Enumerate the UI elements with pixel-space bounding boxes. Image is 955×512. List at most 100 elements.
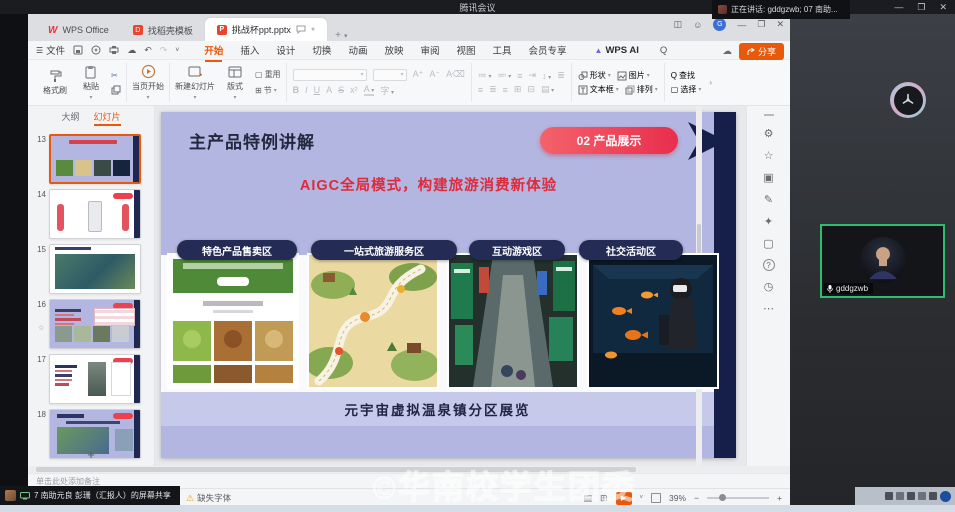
ribbon-tab-review[interactable]: 审阅 <box>419 41 440 59</box>
meeting-minimize-button[interactable]: — <box>894 2 903 12</box>
slideshow-play-button[interactable]: ▶ <box>616 492 632 505</box>
tray-icon[interactable] <box>918 492 926 500</box>
user-avatar[interactable]: G <box>713 18 726 31</box>
tab-presentation-file[interactable]: P 挑战杯ppt.pptx ● <box>205 18 327 41</box>
wps-restore-button[interactable]: ❐ <box>757 19 765 30</box>
ribbon-tab-view[interactable]: 视图 <box>455 41 476 59</box>
outdent-button[interactable]: ≡ <box>517 71 522 81</box>
favorites-icon[interactable]: ☆ <box>764 149 774 162</box>
ribbon-tab-tools[interactable]: 工具 <box>492 41 513 59</box>
cloud-sync-icon[interactable]: ☁ <box>127 45 136 56</box>
copy-button[interactable] <box>111 85 121 95</box>
align-center-button[interactable]: ≣ <box>489 84 497 95</box>
tray-icon[interactable] <box>896 492 904 500</box>
slideshow-caret-icon[interactable]: ˅ <box>640 495 644 501</box>
slide-thumbnail-16[interactable] <box>49 299 141 349</box>
ribbon-tab-member[interactable]: 会员专享 <box>528 41 568 59</box>
play-from-current-button[interactable]: 当页开始 <box>132 64 164 101</box>
strikethrough-button[interactable]: S <box>338 85 344 95</box>
output-icon[interactable] <box>91 45 101 55</box>
zoom-slider[interactable] <box>707 497 769 499</box>
italic-button[interactable]: I <box>305 85 308 95</box>
tab-wps-office[interactable]: W WPS Office <box>36 19 121 41</box>
font-color-button[interactable]: A <box>364 84 375 96</box>
line-spacing-button[interactable]: ↕ <box>542 71 551 81</box>
tab-docer-templates[interactable]: D 找稻壳模板 <box>121 19 205 41</box>
save-icon[interactable] <box>73 45 83 55</box>
shapes-button[interactable]: 形状 <box>578 70 611 81</box>
align-right-button[interactable]: ≡ <box>503 85 508 95</box>
numbered-list-button[interactable]: ≕ <box>498 70 512 81</box>
font-size-select[interactable] <box>373 69 407 81</box>
zoom-in-button[interactable]: + <box>777 493 782 503</box>
wps-close-button[interactable]: ✕ <box>776 19 784 30</box>
ribbon-tab-home[interactable]: 开始 <box>203 41 224 59</box>
columns-button[interactable]: ⊞ <box>514 84 522 95</box>
reuse-button[interactable]: ▢ 重用 <box>255 69 281 80</box>
history-icon[interactable]: ◷ <box>764 280 774 293</box>
textbox-button[interactable]: 文本框 <box>578 84 619 95</box>
slides-tab[interactable]: 幻灯片 <box>94 110 121 126</box>
effects-icon[interactable]: ✦ <box>764 215 773 228</box>
cut-button[interactable]: ✂ <box>111 71 121 80</box>
collapse-handle[interactable] <box>764 114 774 116</box>
edit-image-icon[interactable]: ✎ <box>764 193 773 206</box>
align-objects-button[interactable]: ▤ <box>541 84 554 95</box>
tray-icon[interactable] <box>907 492 915 500</box>
ribbon-tab-slideshow[interactable]: 放映 <box>383 41 404 59</box>
zoom-out-button[interactable]: − <box>694 493 699 503</box>
add-slide-button[interactable]: + <box>28 447 154 462</box>
find-button[interactable]: Q 查找 <box>671 70 702 81</box>
wps-ai-button[interactable]: ▲ WPS AI <box>595 45 639 56</box>
indent-button[interactable]: ⇥ <box>528 70 536 81</box>
slide-thumbnail-13[interactable] <box>49 134 141 184</box>
paste-button[interactable]: 粘贴 <box>75 65 107 101</box>
fit-to-window-icon[interactable] <box>651 493 661 503</box>
ribbon-search-icon[interactable]: Q <box>660 45 667 56</box>
section-button[interactable]: ⊞ 节 <box>255 85 281 96</box>
bold-button[interactable]: B <box>293 85 300 95</box>
distribute-button[interactable]: ⊟ <box>527 84 535 95</box>
ribbon-expander[interactable]: › <box>707 63 714 102</box>
customize-caret-icon[interactable]: ˅ <box>175 47 179 54</box>
notes-view-icon[interactable]: ▤ <box>583 493 592 504</box>
ribbon-tab-animation[interactable]: 动画 <box>347 41 368 59</box>
layout-button[interactable]: 版式 <box>219 65 251 101</box>
skin-icon[interactable]: ☺ <box>693 20 702 30</box>
comment-bubble-icon[interactable] <box>296 25 306 34</box>
align-left-button[interactable]: ≡ <box>478 85 483 95</box>
zoom-knob[interactable] <box>719 494 726 501</box>
tray-icon[interactable] <box>885 492 893 500</box>
select-button[interactable]: ▢ 选择 <box>671 84 702 95</box>
print-icon[interactable] <box>109 45 119 55</box>
tab-list-caret[interactable]: ▾ <box>344 32 348 40</box>
char-style-button[interactable]: A <box>326 85 332 95</box>
grid-view-icon[interactable]: ⊞ <box>600 493 608 504</box>
split-view-icon[interactable]: ◫ <box>674 19 683 30</box>
properties-icon[interactable]: ⚙ <box>764 127 774 140</box>
meeting-maximize-button[interactable]: ❐ <box>917 2 925 13</box>
decrease-font-button[interactable]: A⁻ <box>429 69 440 80</box>
file-menu[interactable]: ☰ 文件 <box>36 43 65 57</box>
slide-thumbnail-14[interactable] <box>49 189 141 239</box>
picture-button[interactable]: 图片 <box>617 70 650 81</box>
more-tools-icon[interactable]: ⋯ <box>763 302 774 315</box>
undo-icon[interactable]: ↶ <box>144 45 152 56</box>
new-tab-button[interactable]: + <box>335 30 341 41</box>
outline-tab[interactable]: 大纲 <box>61 110 79 126</box>
layers-icon[interactable]: ▣ <box>763 171 773 184</box>
participant-video-tile[interactable]: gddgzwb <box>820 224 945 298</box>
tray-icon[interactable] <box>929 492 937 500</box>
font-name-select[interactable] <box>293 69 367 81</box>
format-painter-button[interactable]: 格式刷 <box>39 69 71 96</box>
meeting-close-button[interactable]: ✕ <box>939 2 947 13</box>
tray-app-icon[interactable] <box>940 491 951 502</box>
text-direction-button[interactable]: ≣ <box>557 70 565 81</box>
slide-thumbnail-15[interactable] <box>49 244 141 294</box>
increase-font-button[interactable]: A⁺ <box>413 69 424 80</box>
help-icon[interactable]: ? <box>763 259 775 271</box>
ribbon-tab-design[interactable]: 设计 <box>275 41 296 59</box>
underline-button[interactable]: U <box>314 85 321 95</box>
highlight-color-button[interactable]: 字 <box>380 84 394 97</box>
current-slide[interactable]: 主产品特例讲解 02 产品展示 AIGC全局模式，构建旅游消费新体验 特色产品售… <box>161 112 736 458</box>
